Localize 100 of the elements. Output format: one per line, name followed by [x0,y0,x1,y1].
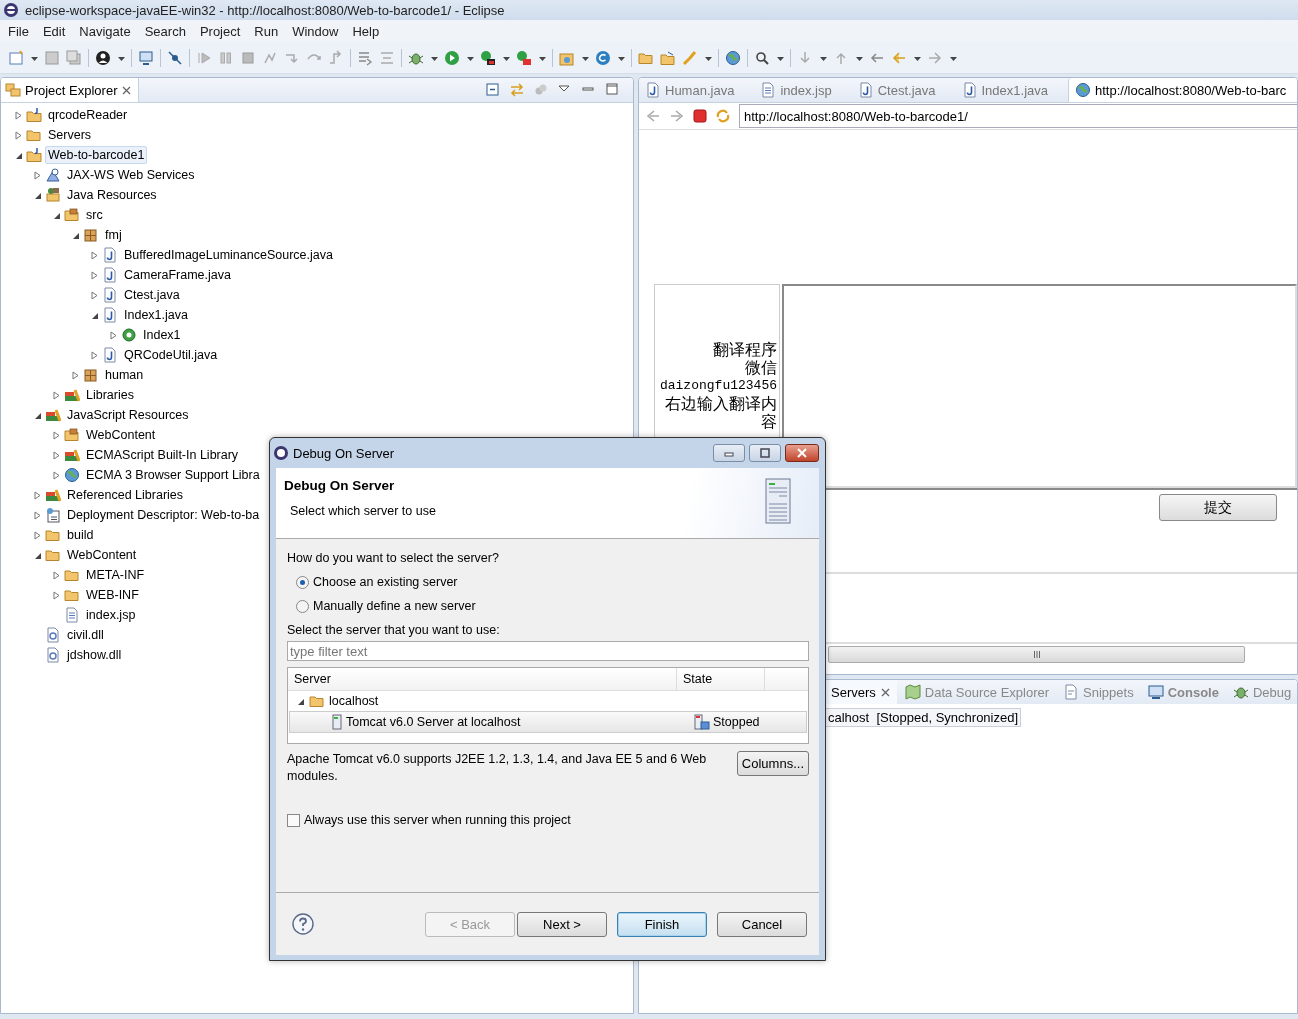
collapsed-arrow-icon[interactable] [89,270,99,280]
collapsed-arrow-icon[interactable] [89,250,99,260]
back-icon[interactable] [891,49,907,66]
collapsed-arrow-icon[interactable] [32,490,42,500]
minimize-button[interactable] [713,444,745,462]
person-icon[interactable] [95,49,111,66]
server-host[interactable]: localhost [329,694,379,708]
close-button[interactable] [785,444,819,462]
columns-button[interactable]: Columns... [736,751,809,776]
run-icon[interactable] [444,49,460,66]
tree-item[interactable]: CameraFrame.java [121,266,234,284]
tree-item[interactable]: Java Resources [64,186,160,204]
tree-item[interactable]: Deployment Descriptor: Web-to-ba [64,506,263,524]
save-all-icon[interactable] [66,49,82,66]
close-icon[interactable] [879,686,891,698]
collapsed-arrow-icon[interactable] [51,590,61,600]
dialog-button[interactable]: Next > [517,911,607,937]
tree-item[interactable]: qrcodeReader [45,106,131,124]
tree-item[interactable]: BufferedImageLuminanceSource.java [121,246,336,264]
caret-icon[interactable] [776,54,784,61]
dialog-button[interactable]: Cancel [717,911,807,937]
tree-item[interactable]: index.jsp [83,606,139,624]
new-file-icon[interactable] [8,49,24,66]
tree-item[interactable]: src [83,206,106,224]
filter-field[interactable]: type filter text [287,641,809,661]
caret-icon[interactable] [617,54,625,61]
url-field[interactable]: http://localhost:8080/Web-to-barcode1/ [739,104,1297,128]
checkbox-label[interactable]: Always use this server when running this project [304,813,571,827]
radio-label[interactable]: Manually define a new server [313,599,476,613]
caret-icon[interactable] [538,54,546,61]
menu-item[interactable]: File [1,21,36,41]
server-row[interactable]: calhost [Stopped, Synchronized] [825,708,1022,727]
editor-tab[interactable]: Index1.java [955,78,1068,102]
collapsed-arrow-icon[interactable] [51,470,61,480]
run-server-icon[interactable] [480,49,496,66]
menu-item[interactable]: Navigate [72,21,138,41]
tree-item[interactable]: civil.dll [64,626,107,644]
tree-item[interactable]: build [64,526,97,544]
caret-icon[interactable] [704,54,712,61]
tree-item[interactable]: Referenced Libraries [64,486,187,504]
tree-item[interactable]: jdshow.dll [64,646,125,664]
link-arrows-icon[interactable] [509,82,525,98]
collapsed-arrow-icon[interactable] [51,450,61,460]
collapsed-arrow-icon[interactable] [89,290,99,300]
horizontal-scrollbar[interactable] [828,646,1245,663]
tree-item[interactable]: META-INF [83,566,148,584]
caret-icon[interactable] [913,54,921,61]
tree-item[interactable]: Ctest.java [121,286,183,304]
stop-server-icon[interactable] [516,49,532,66]
caret-icon[interactable] [430,54,438,61]
caret-icon[interactable] [466,54,474,61]
back-arrow-icon[interactable] [645,108,661,124]
tree-item[interactable]: QRCodeUtil.java [121,346,221,364]
tree-item[interactable]: JAX-WS Web Services [64,166,198,184]
search-icon[interactable] [754,49,770,66]
pause-icon[interactable] [218,49,234,66]
submit-button[interactable]: 提交 [1159,494,1277,521]
menu-item[interactable]: Window [285,21,346,41]
caret-icon[interactable] [581,54,589,61]
tree-item[interactable]: Libraries [83,386,137,404]
collapsed-arrow-icon[interactable] [51,570,61,580]
tree-item[interactable]: Index1.java [121,306,191,324]
tree-item[interactable]: WebContent [64,546,140,564]
explorer-tab[interactable]: Project Explorer [1,78,140,102]
close-icon[interactable] [121,84,133,96]
collapsed-arrow-icon[interactable] [13,110,23,120]
caret-icon[interactable] [502,54,510,61]
radio-label[interactable]: Choose an existing server [313,575,458,589]
tree-item[interactable]: WebContent [83,426,159,444]
menu-item[interactable]: Search [137,21,193,41]
maximize-button[interactable] [749,444,781,462]
maximize-icon[interactable] [605,82,621,98]
collapsed-arrow-icon[interactable] [89,350,99,360]
menu-item[interactable]: Help [345,21,387,41]
radio-button[interactable] [296,575,309,589]
editor-tab[interactable]: index.jsp [754,78,852,102]
tree-item[interactable]: human [102,366,147,384]
editor-tab[interactable]: http://localhost:8080/Web-to-barc [1068,78,1297,102]
tree-item[interactable]: ECMAScript Built-In Library [83,446,242,464]
server-row[interactable]: Tomcat v6.0 Server at localhost Stopped [289,711,807,733]
collapsed-arrow-icon[interactable] [51,390,61,400]
caret-icon[interactable] [117,54,125,61]
column-header[interactable]: Server [288,668,677,690]
caret-icon[interactable] [855,54,863,61]
step-return-icon[interactable] [328,49,344,66]
stop-icon[interactable] [693,109,707,123]
panel-tab[interactable]: Servers [825,680,897,704]
forward-icon[interactable] [927,49,943,66]
collapsed-arrow-icon[interactable] [32,530,42,540]
caret-icon[interactable] [30,54,38,61]
tree-item[interactable]: WEB-INF [83,586,142,604]
refresh-icon[interactable] [715,108,731,124]
globe-icon[interactable] [725,49,741,66]
checkbox[interactable] [287,813,300,827]
collapsed-arrow-icon[interactable] [70,370,80,380]
caret-icon[interactable] [949,54,957,61]
menu-item[interactable]: Run [247,21,286,41]
tree-item[interactable]: ECMA 3 Browser Support Libra [83,466,263,484]
collapsed-arrow-icon[interactable] [32,510,42,520]
menu-item[interactable]: Edit [35,21,73,41]
